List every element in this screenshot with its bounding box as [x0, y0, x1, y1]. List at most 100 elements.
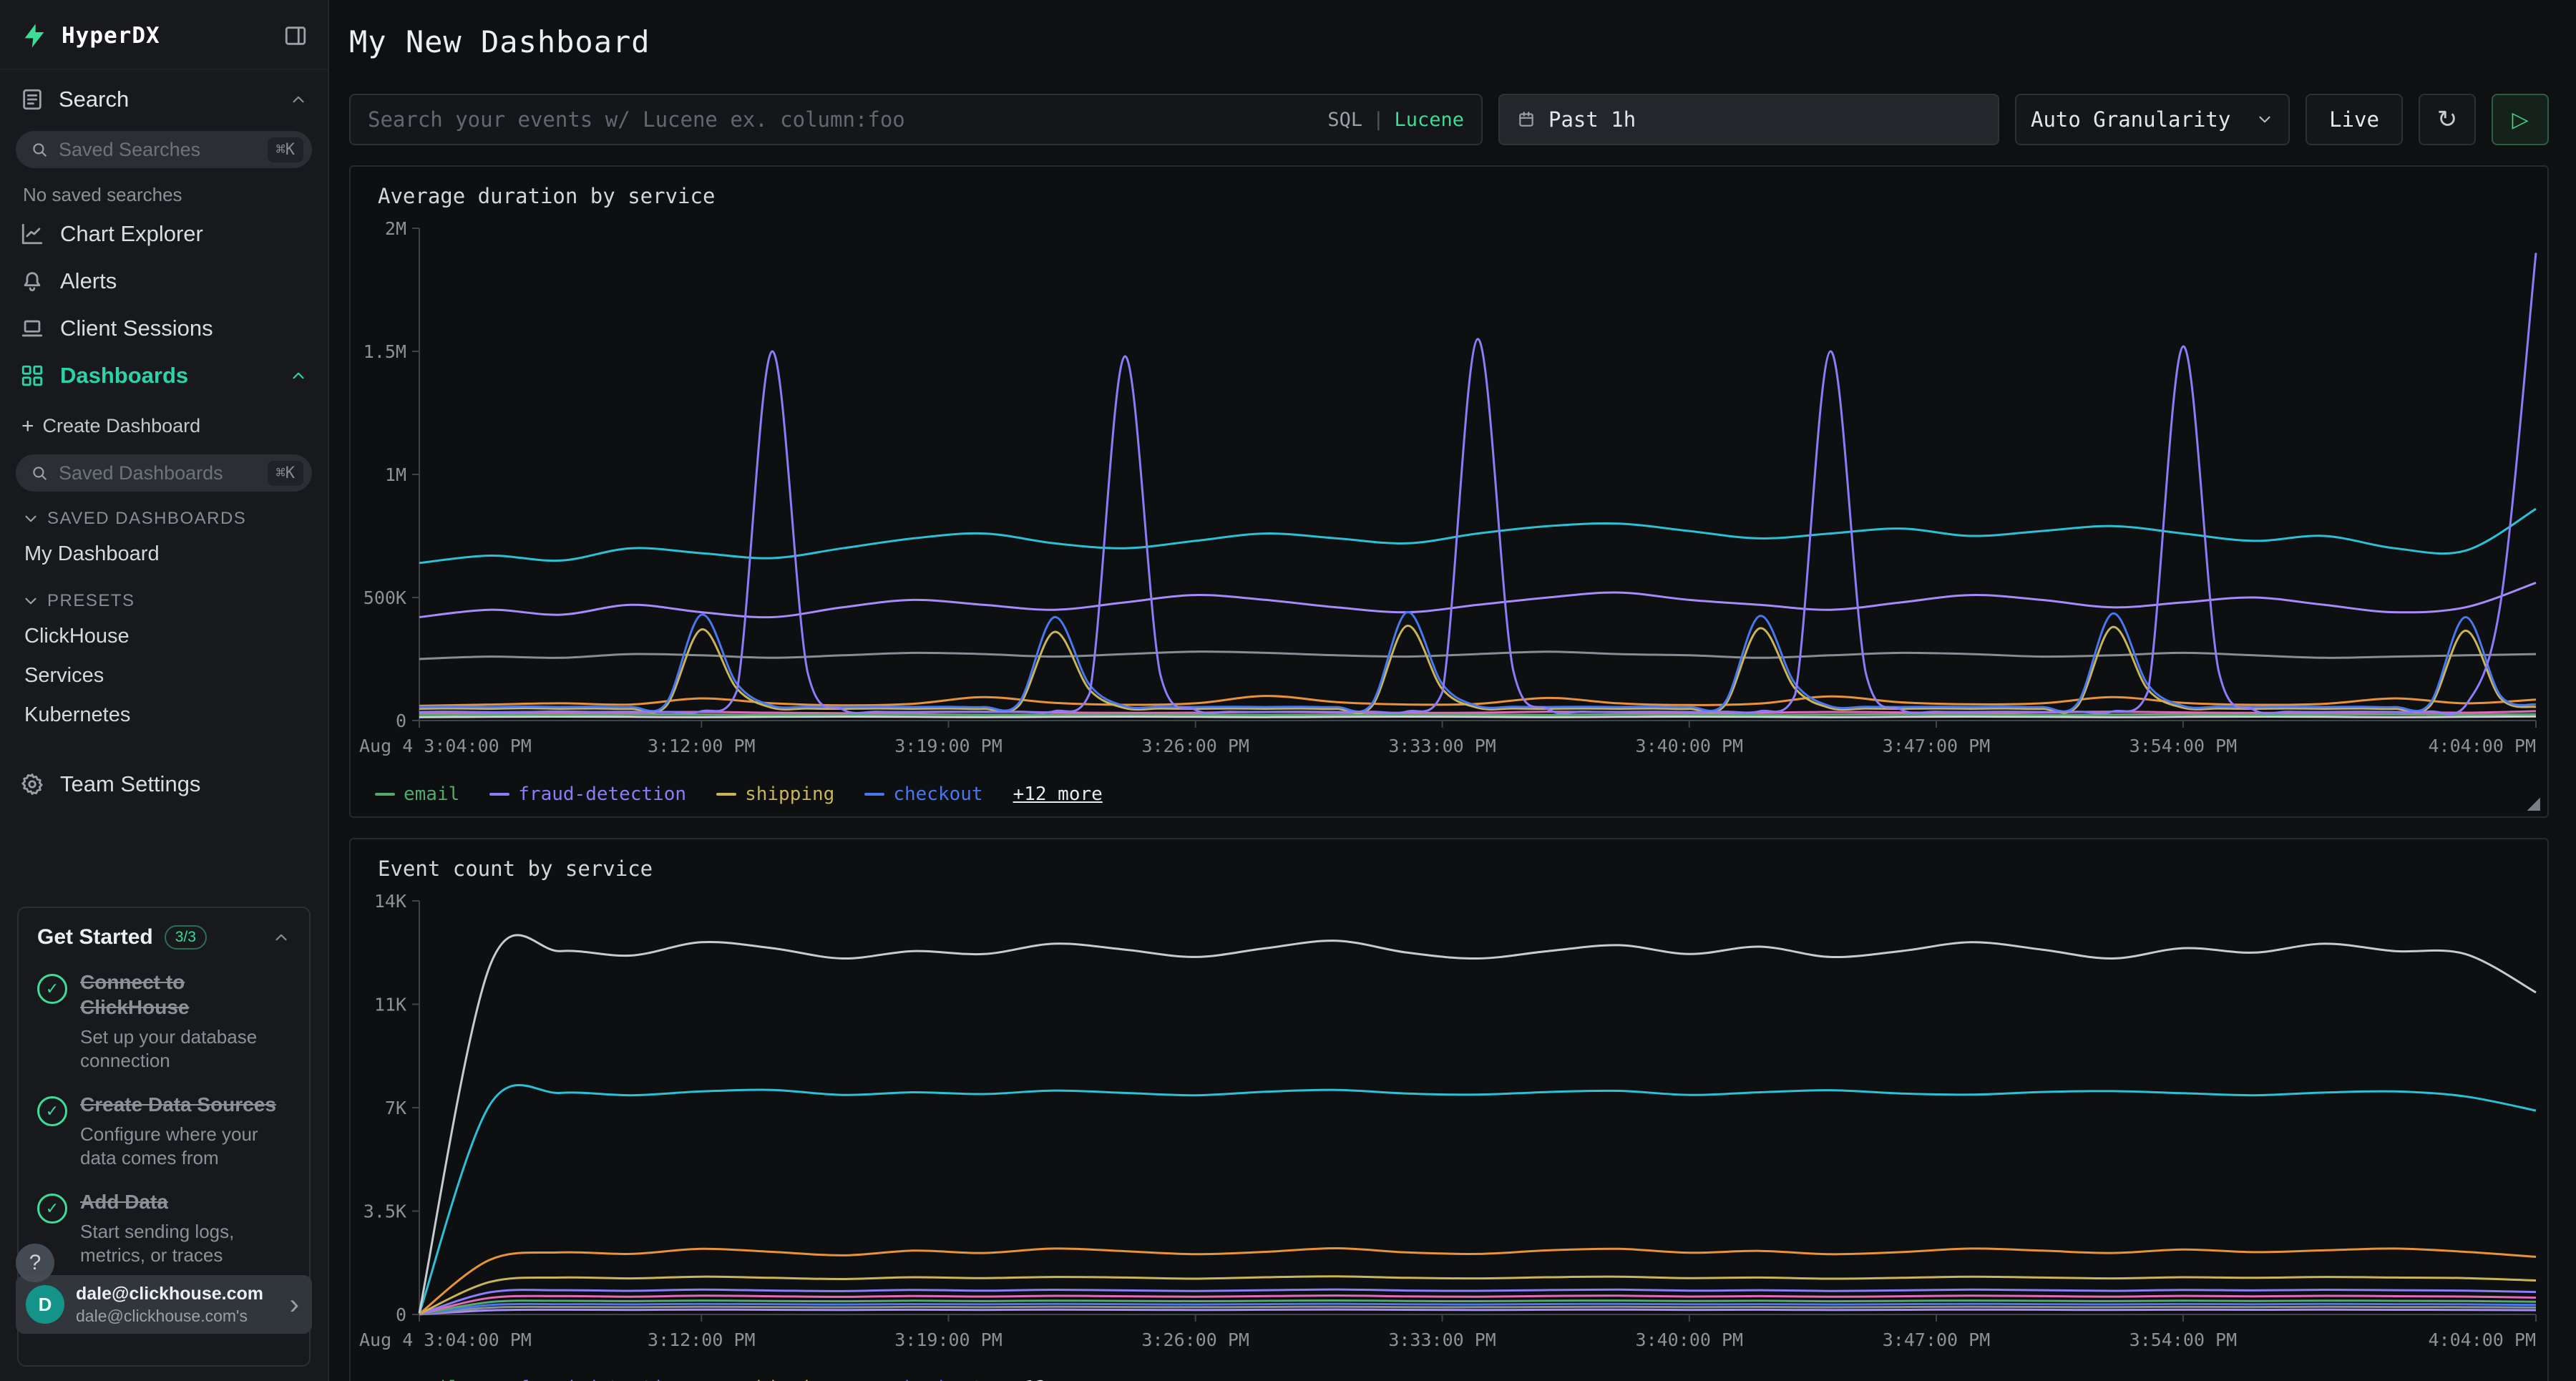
saved-dashboards-field[interactable] [59, 462, 258, 484]
app-root: HyperDX Search ⌘K No saved searches [0, 0, 2576, 1381]
sidebar-item-kubernetes[interactable]: Kubernetes [0, 696, 328, 735]
time-range-value: Past 1h [1548, 107, 1636, 132]
legend-more[interactable]: +12 more [1013, 784, 1103, 805]
section-title: PRESETS [47, 591, 135, 611]
sidebar-item-my-dashboard[interactable]: My Dashboard [0, 535, 328, 574]
svg-text:3.5K: 3.5K [364, 1201, 406, 1222]
search-icon [30, 464, 49, 482]
saved-dashboards-section-toggle[interactable]: SAVED DASHBOARDS [0, 492, 328, 535]
search-icon [30, 140, 49, 159]
granularity-select[interactable]: Auto Granularity [2015, 94, 2290, 145]
legend-dash-icon [489, 793, 509, 796]
legend-item[interactable]: fraud-detection [489, 784, 686, 805]
create-dashboard-label: Create Dashboard [43, 415, 201, 437]
search-section-toggle[interactable]: Search [0, 69, 328, 122]
chevron-down-icon [2255, 110, 2274, 129]
sidebar-item-client-sessions[interactable]: Client Sessions [0, 305, 328, 352]
search-section-label: Search [59, 87, 129, 112]
svg-text:3:40:00 PM: 3:40:00 PM [1636, 1329, 1744, 1350]
legend-item[interactable]: shipping [716, 1377, 834, 1381]
presets-section-toggle[interactable]: PRESETS [0, 574, 328, 617]
live-button[interactable]: Live [2306, 94, 2403, 145]
task-title: Connect to ClickHouse [80, 970, 280, 1020]
saved-searches-field[interactable] [59, 139, 258, 161]
chevron-down-icon [21, 592, 40, 610]
legend-label: shipping [745, 784, 834, 805]
svg-text:0: 0 [396, 1304, 406, 1325]
event-search-input[interactable] [368, 107, 1316, 132]
panel-title: Average duration by service [351, 167, 2547, 215]
svg-text:Aug 4 3:04:00 PM: Aug 4 3:04:00 PM [359, 1329, 532, 1350]
svg-text:3:47:00 PM: 3:47:00 PM [1883, 736, 1991, 756]
task-title: Add Data [80, 1189, 280, 1214]
sidebar-item-label: Dashboards [60, 363, 188, 389]
sidebar-item-label: Team Settings [60, 771, 200, 797]
time-range-picker[interactable]: Past 1h [1498, 94, 1999, 145]
line-chart-avg-duration[interactable]: 0500K1M1.5M2MAug 4 3:04:00 PM3:12:00 PM3… [351, 215, 2547, 781]
sidebar-item-chart-explorer[interactable]: Chart Explorer [0, 210, 328, 258]
legend-dash-icon [375, 793, 395, 796]
bell-icon [20, 269, 44, 293]
svg-text:3:26:00 PM: 3:26:00 PM [1141, 1329, 1249, 1350]
lucene-toggle[interactable]: Lucene [1394, 109, 1464, 131]
query-language-switch: SQL | Lucene [1327, 109, 1464, 131]
chart-legend: email fraud-detection shipping checkout +12 … [351, 781, 2547, 816]
get-started-title: Get Started [37, 925, 153, 950]
svg-text:3:54:00 PM: 3:54:00 PM [2129, 736, 2238, 756]
legend-more[interactable]: +12 more [1013, 1377, 1103, 1381]
svg-text:11K: 11K [374, 995, 406, 1015]
shortcut-badge: ⌘K [268, 137, 304, 162]
line-chart-event-count[interactable]: 03.5K7K11K14KAug 4 3:04:00 PM3:12:00 PM3… [351, 888, 2547, 1375]
svg-text:3:33:00 PM: 3:33:00 PM [1388, 736, 1496, 756]
legend-label: fraud-detection [518, 1377, 686, 1381]
get-started-item-add-data[interactable]: ✓ Add Data Start sending logs, metrics, … [37, 1189, 291, 1267]
sidebar-item-label: Chart Explorer [60, 221, 203, 247]
sidebar-item-alerts[interactable]: Alerts [0, 258, 328, 305]
get-started-item-connect[interactable]: ✓ Connect to ClickHouse Set up your data… [37, 970, 291, 1072]
chevron-up-icon [272, 928, 291, 947]
legend-item[interactable]: email [375, 784, 459, 805]
svg-text:4:04:00 PM: 4:04:00 PM [2428, 1329, 2536, 1350]
legend-label: +12 more [1013, 1377, 1103, 1381]
get-started-item-sources[interactable]: ✓ Create Data Sources Configure where yo… [37, 1092, 291, 1169]
play-button[interactable]: ▷ [2492, 94, 2549, 145]
svg-text:3:54:00 PM: 3:54:00 PM [2129, 1329, 2238, 1350]
sidebar-item-team-settings[interactable]: Team Settings [0, 761, 328, 808]
sidebar-item-label: Alerts [60, 268, 117, 294]
legend-label: checkout [893, 1377, 982, 1381]
sidebar-item-services[interactable]: Services [0, 656, 328, 696]
saved-searches-input[interactable]: ⌘K [16, 131, 312, 168]
svg-text:3:19:00 PM: 3:19:00 PM [894, 1329, 1002, 1350]
get-started-header[interactable]: Get Started 3/3 [37, 925, 291, 950]
app-title: HyperDX [62, 23, 160, 49]
legend-item[interactable]: checkout [864, 1377, 982, 1381]
plus-icon: + [21, 416, 34, 437]
legend-item[interactable]: checkout [864, 784, 982, 805]
refresh-button[interactable]: ↻ [2419, 94, 2476, 145]
legend-item[interactable]: fraud-detection [489, 1377, 686, 1381]
svg-text:3:12:00 PM: 3:12:00 PM [648, 736, 756, 756]
sidebar-collapse-icon[interactable] [283, 24, 308, 48]
svg-text:7K: 7K [385, 1098, 406, 1118]
sidebar-item-clickhouse[interactable]: ClickHouse [0, 617, 328, 656]
svg-text:1M: 1M [385, 464, 406, 485]
user-menu[interactable]: D dale@clickhouse.com dale@clickhouse.co… [16, 1275, 312, 1334]
chevron-up-icon [289, 90, 308, 109]
page-title[interactable]: My New Dashboard [349, 24, 2549, 59]
laptop-icon [20, 316, 44, 341]
svg-text:3:47:00 PM: 3:47:00 PM [1883, 1329, 1991, 1350]
legend-item[interactable]: shipping [716, 784, 834, 805]
check-circle-icon: ✓ [37, 974, 67, 1004]
progress-badge: 3/3 [165, 925, 207, 950]
svg-text:500K: 500K [364, 587, 406, 608]
saved-dashboards-input[interactable]: ⌘K [16, 454, 312, 492]
resize-handle-icon[interactable]: ◢ [2527, 793, 2540, 814]
svg-text:4:04:00 PM: 4:04:00 PM [2428, 736, 2536, 756]
sql-toggle[interactable]: SQL [1327, 109, 1362, 131]
help-button[interactable]: ? [16, 1244, 54, 1282]
chart-legend: email fraud-detection shipping checkout +12 … [351, 1375, 2547, 1381]
create-dashboard-button[interactable]: + Create Dashboard [0, 399, 328, 446]
sidebar-item-dashboards[interactable]: Dashboards [0, 352, 328, 399]
sidebar-header: HyperDX [0, 0, 328, 69]
legend-item[interactable]: email [375, 1377, 459, 1381]
